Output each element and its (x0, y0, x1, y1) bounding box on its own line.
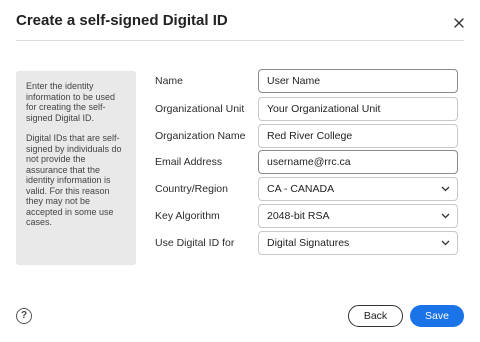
email-row: Email Address username@rrc.ca (155, 150, 458, 174)
org-name-input[interactable]: Red River College (258, 124, 458, 148)
key-algorithm-label: Key Algorithm (155, 210, 220, 222)
info-text-2: Digital IDs that are self-signed by indi… (26, 133, 122, 227)
info-panel: Enter the identity information to be use… (16, 71, 136, 265)
chevron-down-icon (441, 186, 450, 192)
country-select[interactable]: CA - CANADA (258, 177, 458, 201)
help-icon[interactable]: ? (16, 308, 32, 324)
country-value: CA - CANADA (267, 183, 335, 195)
back-button[interactable]: Back (348, 305, 403, 327)
use-for-select[interactable]: Digital Signatures (258, 231, 458, 255)
org-name-row: Organization Name Red River College (155, 124, 458, 148)
key-algorithm-select[interactable]: 2048-bit RSA (258, 204, 458, 228)
name-input[interactable]: User Name (258, 69, 458, 93)
email-label: Email Address (155, 156, 223, 168)
email-value: username@rrc.ca (267, 156, 351, 168)
country-label: Country/Region (155, 183, 228, 195)
title-divider (16, 40, 464, 41)
chevron-down-icon (441, 240, 450, 246)
info-text-1: Enter the identity information to be use… (26, 81, 116, 123)
org-name-label: Organization Name (155, 130, 246, 142)
org-name-value: Red River College (267, 130, 353, 142)
chevron-down-icon (441, 213, 450, 219)
name-value: User Name (267, 75, 321, 87)
org-unit-row: Organizational Unit Your Organizational … (155, 97, 458, 121)
org-unit-input[interactable]: Your Organizational Unit (258, 97, 458, 121)
key-algorithm-row: Key Algorithm 2048-bit RSA (155, 204, 458, 228)
use-for-value: Digital Signatures (267, 237, 350, 249)
use-for-label: Use Digital ID for (155, 237, 235, 249)
email-input[interactable]: username@rrc.ca (258, 150, 458, 174)
dialog-title: Create a self-signed Digital ID (16, 12, 228, 29)
close-icon[interactable] (452, 16, 466, 30)
key-algorithm-value: 2048-bit RSA (267, 210, 330, 222)
use-for-row: Use Digital ID for Digital Signatures (155, 231, 458, 255)
name-row: Name User Name (155, 69, 458, 93)
org-unit-label: Organizational Unit (155, 103, 245, 115)
country-row: Country/Region CA - CANADA (155, 177, 458, 201)
name-label: Name (155, 75, 184, 87)
org-unit-value: Your Organizational Unit (267, 103, 381, 115)
save-button[interactable]: Save (410, 305, 464, 327)
